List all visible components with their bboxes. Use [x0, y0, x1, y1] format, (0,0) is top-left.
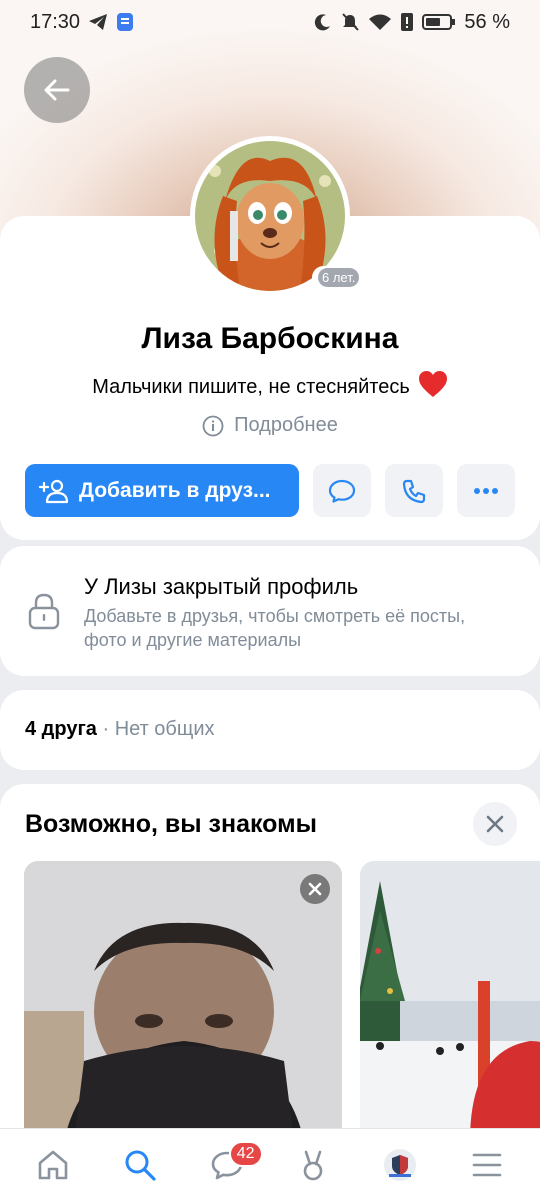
- status-bar: 17:30 56 %: [0, 0, 540, 44]
- mute-bell-icon: [340, 12, 360, 32]
- more-info-link[interactable]: Подробнее: [0, 414, 540, 437]
- suggestion-photo-2: [360, 861, 540, 1141]
- nav-menu[interactable]: [457, 1135, 517, 1195]
- status-text: Мальчики пишите, не стесняйтесь: [92, 375, 410, 398]
- telegram-icon: [88, 13, 108, 31]
- document-app-icon: [116, 12, 134, 32]
- close-icon: [486, 815, 504, 833]
- nav-profile-avatar[interactable]: [370, 1135, 430, 1195]
- suggestion-card-1[interactable]: [24, 861, 342, 1141]
- profile-name: Лиза Барбоскина: [141, 322, 399, 355]
- message-button[interactable]: [313, 464, 371, 517]
- heart-emoji: [418, 370, 448, 404]
- user-avatar-icon: [383, 1148, 416, 1181]
- home-icon: [39, 1150, 68, 1179]
- bottom-nav: 42: [0, 1128, 540, 1200]
- back-button[interactable]: [24, 57, 90, 123]
- mutual-friends: Нет общих: [114, 718, 215, 740]
- nav-search[interactable]: [110, 1135, 170, 1195]
- nav-clips[interactable]: [283, 1135, 343, 1195]
- close-icon: [308, 882, 322, 896]
- add-user-icon: [39, 479, 69, 503]
- private-profile-description: Добавьте в друзья, чтобы смотреть её пос…: [84, 606, 466, 650]
- friends-separator: ·: [96, 718, 115, 740]
- phone-icon: [402, 479, 426, 503]
- profile-status: Мальчики пишите, не стесняйтесь: [0, 370, 540, 404]
- add-friend-label: Добавить в друз...: [79, 478, 271, 502]
- dismiss-suggestion-button[interactable]: [300, 874, 330, 904]
- more-button[interactable]: [457, 464, 515, 517]
- nav-home[interactable]: [23, 1135, 83, 1195]
- info-icon: [202, 415, 224, 436]
- nav-messages[interactable]: 42: [197, 1135, 263, 1195]
- private-profile-title: У Лизы закрытый профиль: [84, 574, 359, 599]
- menu-icon: [472, 1153, 501, 1176]
- search-icon: [125, 1150, 156, 1181]
- add-friend-button[interactable]: Добавить в друз...: [25, 464, 299, 517]
- age-badge: 6 лет.: [312, 266, 366, 289]
- suggestions-close-button[interactable]: [473, 802, 517, 846]
- suggestions-title: Возможно, вы знакомы: [25, 810, 317, 838]
- status-time: 17:30: [30, 10, 81, 33]
- more-icon: [474, 487, 498, 494]
- call-button[interactable]: [385, 464, 443, 517]
- more-info-label: Подробнее: [234, 414, 338, 436]
- suggestion-photo-1: [24, 861, 342, 1141]
- suggestion-card-2[interactable]: [360, 861, 540, 1141]
- messages-badge: 42: [228, 1140, 263, 1167]
- dnd-moon-icon: [314, 13, 332, 31]
- clips-icon: [303, 1150, 323, 1180]
- lock-icon: [26, 592, 62, 635]
- battery-icon: [422, 13, 456, 31]
- friends-summary[interactable]: 4 друга · Нет общих: [25, 718, 215, 741]
- alert-icon: [400, 12, 414, 32]
- wifi-icon: [368, 13, 392, 31]
- message-icon: [328, 479, 356, 503]
- back-arrow-icon: [44, 79, 70, 101]
- friends-count: 4 друга: [25, 718, 97, 740]
- battery-level: 56 %: [464, 10, 510, 33]
